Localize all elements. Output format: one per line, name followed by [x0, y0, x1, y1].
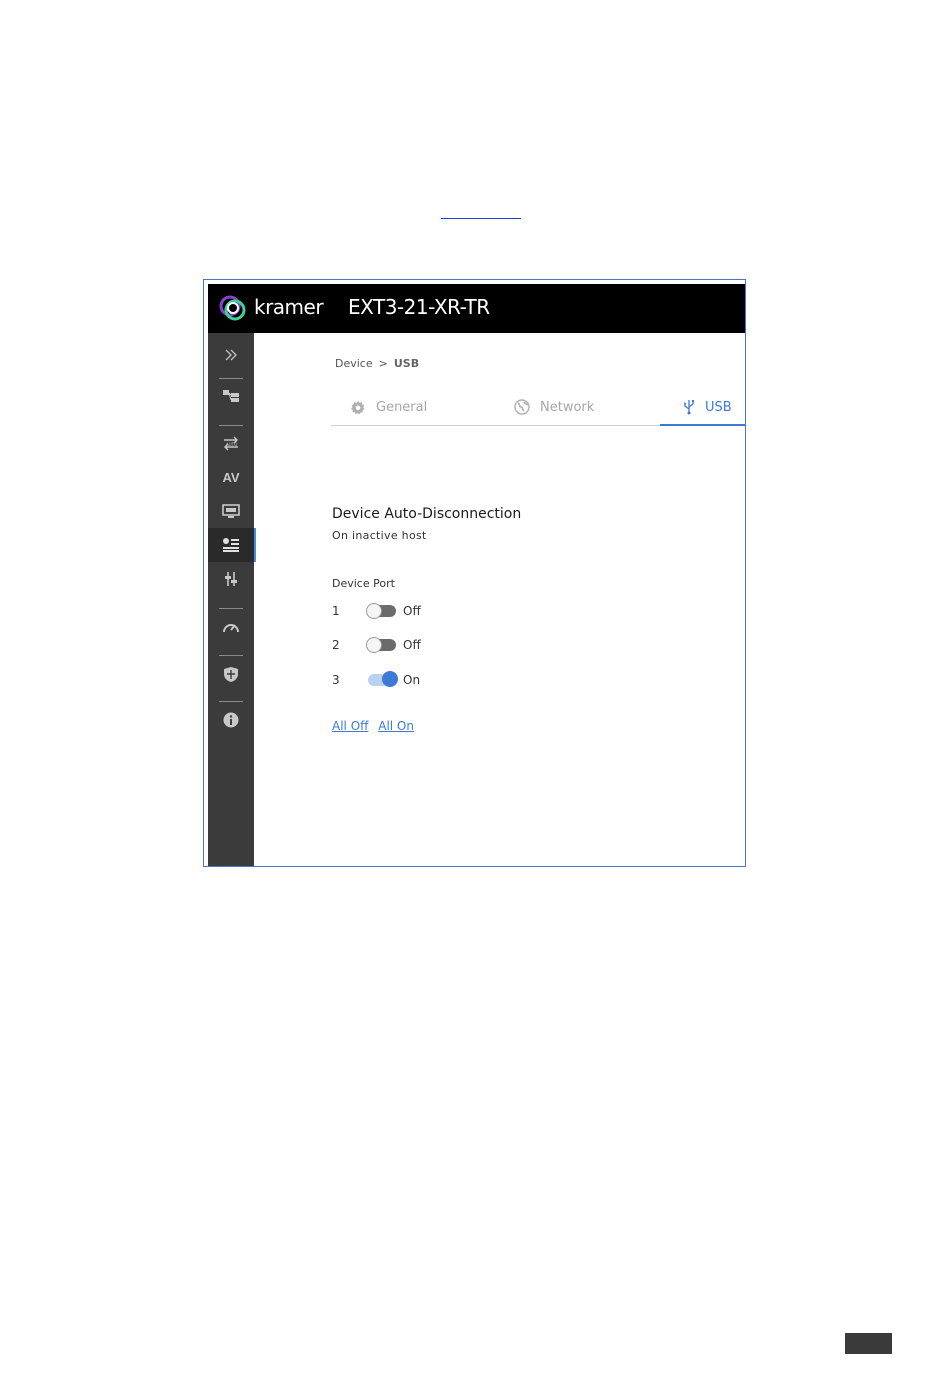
svg-text:AUTO: AUTO [226, 442, 237, 447]
all-off-link[interactable]: All Off [332, 719, 368, 733]
tab-bar: General Network USB [331, 390, 745, 426]
about-icon[interactable] [208, 703, 254, 737]
expand-icon[interactable] [208, 338, 254, 372]
av-label: AV [222, 469, 240, 485]
sidebar-divider [219, 425, 243, 426]
edid-icon[interactable] [208, 494, 254, 528]
document-link[interactable] [441, 206, 521, 219]
bulk-actions: All Off All On [332, 719, 420, 733]
av-icon[interactable]: AV [208, 460, 254, 494]
globe-icon [514, 399, 530, 415]
sidebar-divider [219, 701, 243, 702]
gear-icon [351, 400, 365, 414]
tab-network[interactable]: Network [514, 390, 594, 424]
kramer-logo-icon [219, 295, 246, 321]
active-tab-indicator [660, 424, 745, 426]
tab-network-label: Network [540, 399, 595, 415]
tab-usb[interactable]: USB [683, 390, 732, 424]
port-row-1: 1 Off [332, 602, 532, 622]
security-icon[interactable] [208, 657, 254, 691]
breadcrumb-current: USB [393, 357, 420, 370]
sidebar-divider [219, 655, 243, 656]
header-bar: kramer EXT3-21-XR-TR [208, 284, 745, 333]
auto-switch-icon[interactable]: AUTO [208, 427, 254, 461]
all-on-link[interactable]: All On [378, 719, 414, 733]
routing-icon[interactable] [208, 379, 254, 413]
port-number: 2 [332, 638, 340, 652]
port-state: Off [403, 638, 421, 652]
tab-usb-label: USB [705, 399, 732, 415]
breadcrumb: Device > USB [335, 357, 419, 370]
section-title: Device Auto-Disconnection [332, 506, 522, 522]
control-icon[interactable] [208, 562, 254, 596]
port-state: Off [403, 604, 421, 618]
breadcrumb-separator: > [378, 357, 388, 370]
web-ui-window: kramer EXT3-21-XR-TR AUTO AV Device > US… [203, 279, 746, 867]
breadcrumb-root[interactable]: Device [335, 357, 373, 370]
sidebar: AUTO AV [208, 333, 256, 866]
tab-general[interactable]: General [351, 390, 427, 424]
port-state: On [403, 673, 421, 687]
page-number-tab [845, 1333, 892, 1354]
device-settings-icon[interactable] [208, 528, 256, 562]
toggle-knob [366, 637, 382, 653]
section-subtitle: On inactive host [332, 529, 427, 542]
sidebar-divider [219, 608, 243, 609]
tab-general-label: General [376, 399, 428, 415]
usb-icon [684, 400, 694, 415]
port-1-toggle[interactable] [366, 603, 396, 619]
device-port-header: Device Port [332, 577, 395, 590]
toggle-knob [366, 603, 382, 619]
port-3-toggle[interactable] [368, 671, 398, 687]
diagnostics-icon[interactable] [208, 610, 254, 644]
toggle-knob [382, 671, 398, 687]
device-title: EXT3-21-XR-TR [348, 295, 490, 319]
brand-name: kramer [254, 295, 324, 319]
port-2-toggle[interactable] [366, 637, 396, 653]
port-number: 1 [332, 604, 340, 618]
port-row-3: 3 On [332, 671, 532, 691]
port-number: 3 [332, 673, 340, 687]
port-row-2: 2 Off [332, 636, 532, 656]
